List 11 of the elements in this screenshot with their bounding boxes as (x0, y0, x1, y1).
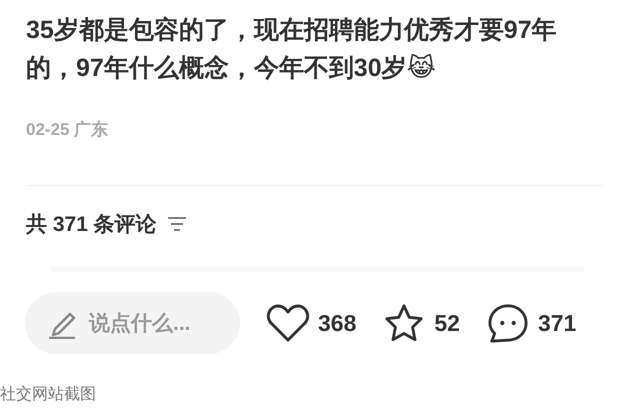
like-count: 368 (318, 310, 356, 336)
comment-count: 371 (538, 310, 576, 336)
comment-bubble-icon[interactable] (486, 303, 530, 343)
favorite-count: 52 (434, 310, 460, 336)
post-meta: 02-25 广东 (26, 119, 110, 141)
sort-icon[interactable] (166, 216, 187, 232)
heart-icon[interactable] (266, 303, 310, 343)
comment-input-field[interactable]: 说点什么... (25, 292, 240, 354)
comment-count-heading: 共 371 条评论 (26, 212, 157, 238)
post-text: 35岁都是包容的了，现在招聘能力优秀才要97年的，97年什么概念，今年不到30岁😹 (26, 16, 557, 82)
caption: 社交网站截图 (0, 384, 97, 405)
